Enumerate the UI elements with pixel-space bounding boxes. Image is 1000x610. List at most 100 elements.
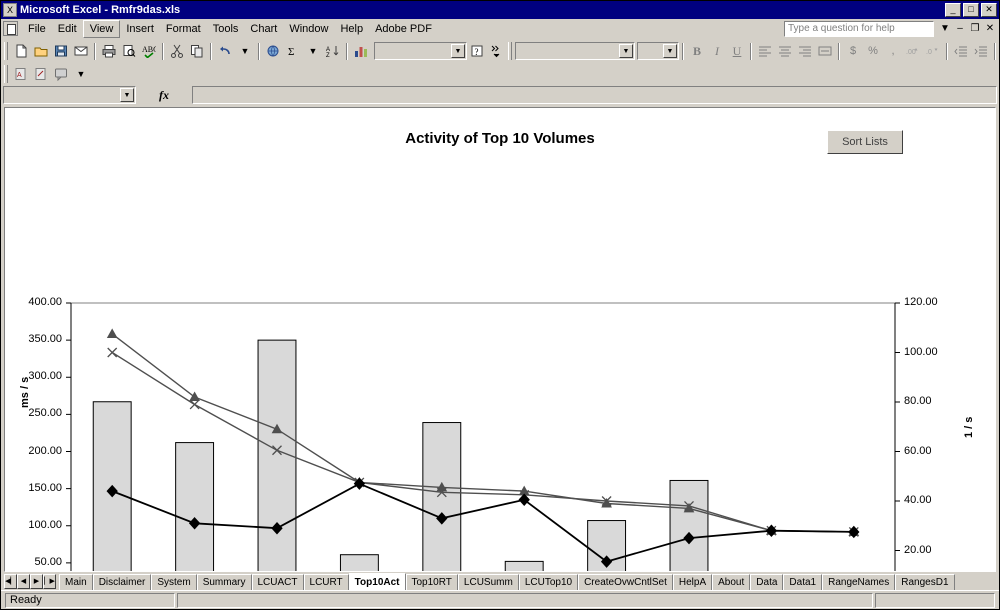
sheet-tab-top10act[interactable]: Top10Act xyxy=(348,572,406,590)
sheet-tab-lcusumm[interactable]: LCUSumm xyxy=(457,573,519,590)
increase-decimal-icon[interactable]: .00 xyxy=(903,41,923,61)
tab-nav-last-button[interactable]: ▏▶ xyxy=(43,573,56,589)
spelling-icon[interactable]: ABC xyxy=(139,41,159,61)
new-icon[interactable] xyxy=(11,41,31,61)
sheet-tab-lcurt[interactable]: LCURT xyxy=(303,573,349,590)
zoom-combo[interactable]: ▼ xyxy=(374,42,467,60)
menu-item-insert[interactable]: Insert xyxy=(120,21,160,37)
chart-wizard-icon[interactable] xyxy=(351,41,371,61)
undo-dropdown-icon[interactable]: ▼ xyxy=(235,41,255,61)
name-box-dropdown-icon[interactable]: ▼ xyxy=(120,88,134,102)
align-left-icon[interactable] xyxy=(755,41,775,61)
email-icon[interactable] xyxy=(71,41,91,61)
sheet-tab-rangenames[interactable]: RangeNames xyxy=(822,573,896,590)
sheet-tab-rangesd1[interactable]: RangesD1 xyxy=(895,573,955,590)
menu-item-view[interactable]: View xyxy=(82,19,121,38)
menu-item-chart[interactable]: Chart xyxy=(244,21,283,37)
sheet-tab-summary[interactable]: Summary xyxy=(196,573,252,590)
cut-icon[interactable] xyxy=(167,41,187,61)
menu-item-help[interactable]: Help xyxy=(334,21,369,37)
sheet-tab-lcuact[interactable]: LCUACT xyxy=(251,573,304,590)
menu-item-file[interactable]: File xyxy=(22,21,52,37)
sheet-tab-helpa[interactable]: HelpA xyxy=(672,573,713,590)
percent-icon[interactable]: % xyxy=(863,41,883,61)
sort-ascending-icon[interactable]: AZ xyxy=(323,41,343,61)
copy-icon[interactable] xyxy=(187,41,207,61)
autosum-icon[interactable]: Σ xyxy=(283,41,303,61)
save-icon[interactable] xyxy=(51,41,71,61)
y-tick-label: 350.00 xyxy=(28,333,62,346)
menu-item-tools[interactable]: Tools xyxy=(207,21,245,37)
menu-item-adobe-pdf[interactable]: Adobe PDF xyxy=(369,21,438,37)
sheet-tab-about[interactable]: About xyxy=(712,573,751,590)
more-buttons-icon[interactable] xyxy=(487,41,507,61)
formula-input[interactable] xyxy=(192,86,997,104)
currency-icon[interactable]: $ xyxy=(843,41,863,61)
sheet-tab-lcutop10[interactable]: LCUTop10 xyxy=(518,573,579,590)
toolbar-row-1: ABC ▼ Σ ▼ AZ ▼ ? ▼ ▼ B I U $ % , .00 .0 xyxy=(1,39,999,63)
toolbar-grip-formatting[interactable] xyxy=(508,42,512,60)
font-size-dropdown-icon[interactable]: ▼ xyxy=(663,44,677,58)
sheet-tab-createovwcntlset[interactable]: CreateOvwCntlSet xyxy=(578,573,673,590)
bar-udb925[interactable] xyxy=(175,442,215,572)
underline-icon[interactable]: U xyxy=(727,41,747,61)
open-icon[interactable] xyxy=(31,41,51,61)
maximize-button[interactable]: □ xyxy=(963,3,979,17)
tab-nav-prev-button[interactable]: ◀ xyxy=(17,573,30,589)
help-dropdown-icon[interactable]: ▼ xyxy=(938,23,952,34)
zoom-dropdown-icon[interactable]: ▼ xyxy=(451,44,465,58)
font-name-combo[interactable]: ▼ xyxy=(515,42,635,60)
bold-icon[interactable]: B xyxy=(687,41,707,61)
decrease-decimal-icon[interactable]: .0 xyxy=(923,41,943,61)
print-preview-icon[interactable] xyxy=(119,41,139,61)
y2-tick-label: 80.00 xyxy=(904,395,932,407)
toolbar-grip-standard[interactable] xyxy=(4,42,8,60)
tab-nav-first-button[interactable]: ◀▏ xyxy=(4,573,17,589)
acrobat-more-buttons-icon[interactable]: ▼ xyxy=(71,64,91,84)
decrease-indent-icon[interactable] xyxy=(951,41,971,61)
acrobat-comments-icon[interactable] xyxy=(51,64,71,84)
minimize-button[interactable]: _ xyxy=(945,3,961,17)
bar-udb334[interactable] xyxy=(339,554,379,572)
bar-udb905[interactable] xyxy=(422,422,462,572)
doc-minimize-button[interactable]: – xyxy=(953,23,967,34)
document-control-icon[interactable] xyxy=(3,21,18,36)
tab-nav-next-button[interactable]: ▶ xyxy=(30,573,43,589)
hyperlink-icon[interactable] xyxy=(263,41,283,61)
font-size-combo[interactable]: ▼ xyxy=(637,42,679,60)
bar-udb337[interactable] xyxy=(504,560,544,572)
name-box[interactable]: ▼ xyxy=(3,86,136,104)
autosum-dropdown-icon[interactable]: ▼ xyxy=(303,41,323,61)
undo-icon[interactable] xyxy=(215,41,235,61)
help-icon[interactable]: ? xyxy=(467,41,487,61)
menu-item-format[interactable]: Format xyxy=(160,21,207,37)
increase-indent-icon[interactable] xyxy=(971,41,991,61)
acrobat-convert-review-icon[interactable] xyxy=(31,64,51,84)
align-right-icon[interactable] xyxy=(795,41,815,61)
sheet-tab-disclaimer[interactable]: Disclaimer xyxy=(92,573,152,590)
acrobat-convert-icon[interactable]: A xyxy=(11,64,31,84)
doc-close-button[interactable]: ✕ xyxy=(983,23,997,34)
print-icon[interactable] xyxy=(99,41,119,61)
ask-a-question-input[interactable]: Type a question for help xyxy=(784,20,934,37)
close-button[interactable]: ✕ xyxy=(981,3,997,17)
sheet-tab-system[interactable]: System xyxy=(151,573,197,590)
toolbar-row-2: A ▼ xyxy=(1,63,999,85)
comma-icon[interactable]: , xyxy=(883,41,903,61)
font-name-dropdown-icon[interactable]: ▼ xyxy=(619,44,633,58)
sheet-tab-data[interactable]: Data xyxy=(750,573,784,590)
align-center-icon[interactable] xyxy=(775,41,795,61)
bar-uidbsr[interactable] xyxy=(669,479,709,572)
menu-item-edit[interactable]: Edit xyxy=(52,21,83,37)
chart-area[interactable]: Activity of Top 10 Volumes Sort Lists ms… xyxy=(5,108,995,571)
toolbar-grip-acrobat[interactable] xyxy=(4,65,8,83)
menu-item-window[interactable]: Window xyxy=(283,21,334,37)
sheet-tab-main[interactable]: Main xyxy=(59,573,93,590)
merge-center-icon[interactable] xyxy=(815,41,835,61)
sheet-tab-top10rt[interactable]: Top10RT xyxy=(405,573,458,590)
italic-icon[interactable]: I xyxy=(707,41,727,61)
excel-icon: X xyxy=(3,3,17,17)
doc-restore-button[interactable]: ❐ xyxy=(968,23,982,34)
insert-function-icon[interactable]: fx xyxy=(136,88,192,103)
sheet-tab-data1[interactable]: Data1 xyxy=(783,573,823,590)
